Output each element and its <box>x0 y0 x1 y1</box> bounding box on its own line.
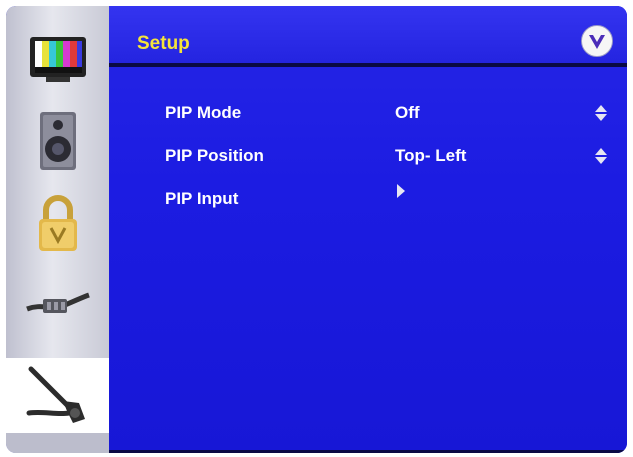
pip-mode-value[interactable]: Off <box>395 103 420 123</box>
category-sidebar <box>6 6 109 453</box>
padlock-icon <box>38 195 77 251</box>
osd-menu-window: Setup PIP Mode Off PIP Position Top- Lef… <box>6 6 627 453</box>
sidebar-item-input[interactable] <box>6 264 109 346</box>
cable-connector-icon <box>25 292 90 313</box>
right-arrow-icon[interactable] <box>396 184 406 198</box>
sidebar-item-audio[interactable] <box>6 100 109 182</box>
up-down-arrows-icon[interactable] <box>594 105 608 121</box>
setup-panel: Setup PIP Mode Off PIP Position Top- Lef… <box>109 6 627 453</box>
bottom-border <box>109 450 627 453</box>
pip-position-label[interactable]: PIP Position <box>165 146 264 166</box>
v-logo-icon <box>581 25 613 57</box>
pip-mode-label[interactable]: PIP Mode <box>165 103 241 123</box>
pip-position-value[interactable]: Top- Left <box>395 146 466 166</box>
sidebar-item-parental-lock[interactable] <box>6 182 109 264</box>
sidebar-item-picture[interactable] <box>6 18 109 100</box>
pip-input-label[interactable]: PIP Input <box>165 189 238 209</box>
panel-header: Setup <box>109 6 627 64</box>
speaker-audio-icon <box>39 112 76 170</box>
tv-picture-icon <box>29 37 86 82</box>
sidebar-item-setup[interactable] <box>6 358 109 434</box>
sidebar-bottom-strip <box>6 433 109 453</box>
up-down-arrows-icon[interactable] <box>594 148 608 164</box>
header-divider <box>109 63 627 67</box>
page-title: Setup <box>137 33 190 54</box>
wrench-tool-icon <box>26 366 85 423</box>
